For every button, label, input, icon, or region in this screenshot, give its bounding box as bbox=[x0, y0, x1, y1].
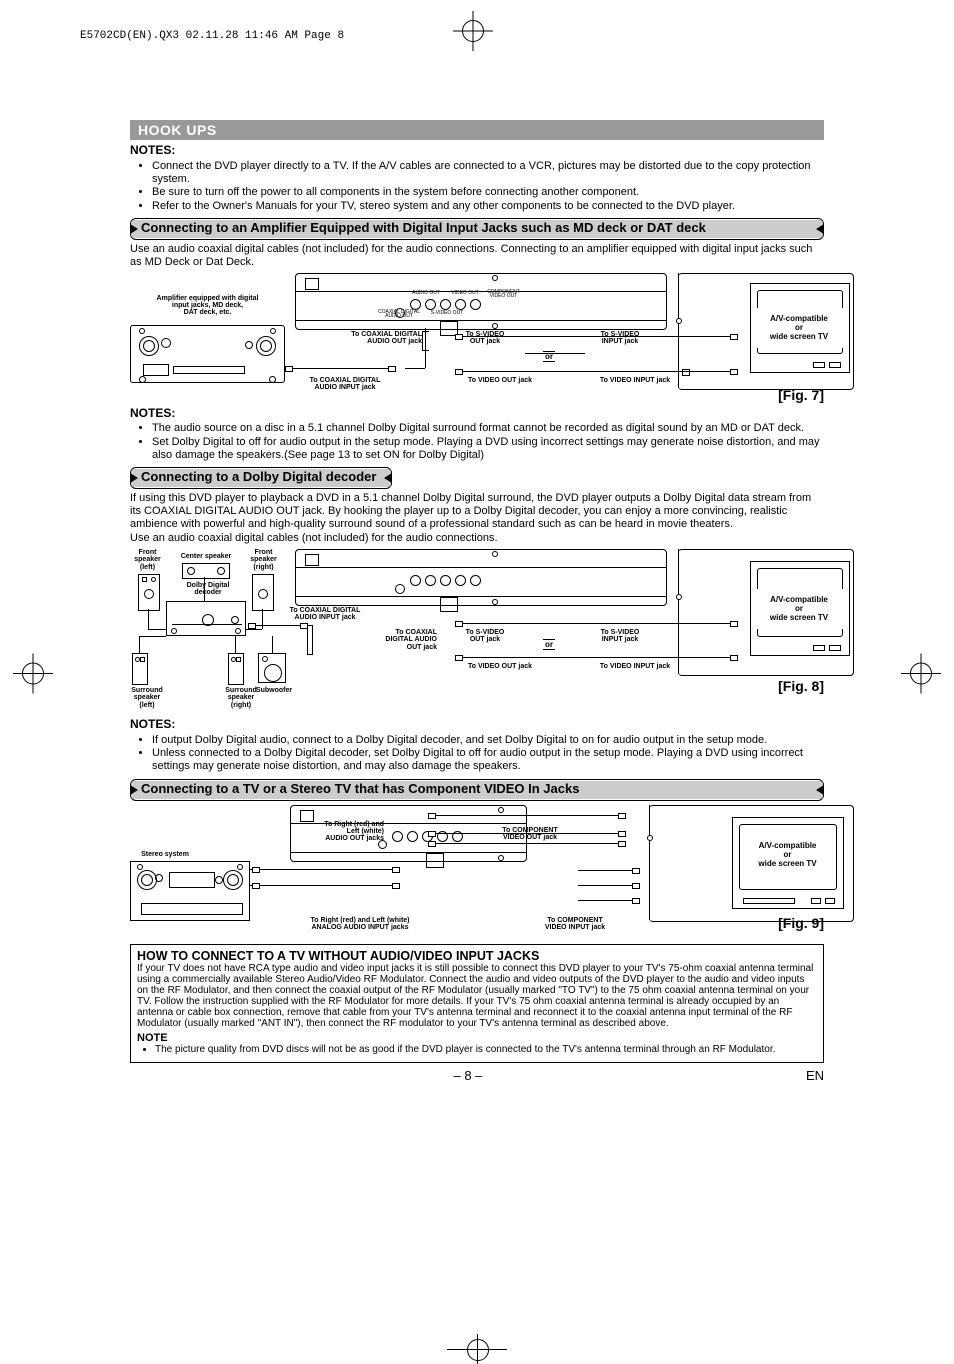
intro-notes-list: Connect the DVD player directly to a TV.… bbox=[130, 160, 824, 213]
front-right-label: Front speaker (right) bbox=[246, 549, 281, 571]
video-out-8: To VIDEO OUT jack bbox=[450, 663, 550, 670]
figure-8: Front speaker (left) Center speaker Fron… bbox=[130, 549, 824, 714]
list-item: Unless connected to a Dolby Digital deco… bbox=[152, 747, 824, 772]
figure-7: Amplifier equipped with digital input ja… bbox=[130, 273, 824, 403]
subheader-1: Connecting to an Amplifier Equipped with… bbox=[130, 218, 824, 240]
front-left-label: Front speaker (left) bbox=[130, 549, 165, 571]
center-label: Center speaker bbox=[176, 553, 236, 560]
howto-text: If your TV does not have RCA type audio … bbox=[137, 963, 817, 1030]
crop-mark-left bbox=[22, 662, 44, 689]
subheader-2: Connecting to a Dolby Digital decoder bbox=[130, 467, 392, 489]
list-item: Set Dolby Digital to off for audio outpu… bbox=[152, 436, 824, 461]
comp-in-label: To COMPONENT VIDEO INPUT jack bbox=[525, 917, 625, 932]
figure-9: Stereo system To Right (red) and Left (w… bbox=[130, 805, 824, 940]
list-item: Be sure to turn off the power to all com… bbox=[152, 186, 824, 199]
subwoofer-label: Subwoofer bbox=[252, 687, 296, 694]
fig8-caption: [Fig. 8] bbox=[778, 678, 824, 694]
sub1-text: Use an audio coaxial digital cables (not… bbox=[130, 243, 824, 268]
fig7-caption: [Fig. 7] bbox=[778, 387, 824, 403]
jack-svideo: S-VIDEO OUT bbox=[425, 311, 469, 317]
howto-title: HOW TO CONNECT TO A TV WITHOUT AUDIO/VID… bbox=[137, 949, 817, 963]
notes1-list: The audio source on a disc in a 5.1 chan… bbox=[130, 422, 824, 461]
tv-label: A/V-compatible or wide screen TV bbox=[755, 308, 843, 348]
jack-video-out: VIDEO OUT bbox=[450, 291, 480, 297]
subheader-3: Connecting to a TV or a Stereo TV that h… bbox=[130, 779, 824, 801]
svideo-out-8: To S-VIDEO OUT jack bbox=[450, 629, 520, 644]
surround-left-label: Surround speaker (left) bbox=[128, 687, 166, 709]
section-bar: HOOK UPS bbox=[130, 120, 824, 140]
list-item: Refer to the Owner's Manuals for your TV… bbox=[152, 200, 824, 213]
video-out-label: To VIDEO OUT jack bbox=[450, 377, 550, 384]
coax-in-label-8: To COAXIAL DIGITAL AUDIO INPUT jack bbox=[270, 607, 380, 622]
decoder-label: Dolby Digital decoder bbox=[178, 582, 238, 597]
coax-input-label: To COAXIAL DIGITAL AUDIO INPUT jack bbox=[290, 377, 400, 392]
subheader-2-text: Connecting to a Dolby Digital decoder bbox=[131, 469, 391, 487]
list-item: Connect the DVD player directly to a TV.… bbox=[152, 160, 824, 185]
notes2-list: If output Dolby Digital audio, connect t… bbox=[130, 734, 824, 773]
notes-label-1: NOTES: bbox=[130, 407, 824, 421]
coax-out-label: To COAXIAL DIGITAL AUDIO OUT jack bbox=[312, 331, 422, 346]
coax-out-label-8: To COAXIAL DIGITAL AUDIO OUT jack bbox=[363, 629, 437, 651]
list-item: The audio source on a disc in a 5.1 chan… bbox=[152, 422, 824, 435]
notes-label-2: NOTES: bbox=[130, 718, 824, 732]
howto-note: The picture quality from DVD discs will … bbox=[155, 1044, 817, 1055]
tv-label-8: A/V-compatible or wide screen TV bbox=[755, 589, 843, 629]
crop-mark-right bbox=[910, 662, 932, 689]
video-in-8: To VIDEO INPUT jack bbox=[585, 663, 685, 670]
crop-mark-top bbox=[462, 20, 492, 50]
page-number: – 8 – bbox=[130, 1069, 824, 1084]
video-in-label: To VIDEO INPUT jack bbox=[585, 377, 685, 384]
subheader-3-text: Connecting to a TV or a Stereo TV that h… bbox=[131, 781, 823, 799]
svideo-in-label: To S-VIDEO INPUT jack bbox=[585, 331, 655, 346]
rl-in-label: To Right (red) and Left (white) ANALOG A… bbox=[280, 917, 440, 932]
list-item: If output Dolby Digital audio, connect t… bbox=[152, 734, 824, 747]
jack-component: COMPONENT VIDEO OUT bbox=[485, 290, 522, 300]
jack-audio-out: AUDIO OUT bbox=[407, 291, 445, 297]
print-header: E5702CD(EN).QX3 02.11.28 11:46 AM Page 8 bbox=[80, 30, 344, 42]
amp-label: Amplifier equipped with digital input ja… bbox=[130, 295, 285, 317]
stereo-system-label: Stereo system bbox=[130, 851, 200, 858]
note-label: NOTE bbox=[137, 1032, 817, 1044]
fig9-caption: [Fig. 9] bbox=[778, 915, 824, 931]
tv-label-9: A/V-compatible or wide screen TV bbox=[740, 835, 835, 875]
svideo-in-8: To S-VIDEO INPUT jack bbox=[585, 629, 655, 644]
notes-label: NOTES: bbox=[130, 144, 824, 158]
subheader-1-text: Connecting to an Amplifier Equipped with… bbox=[131, 220, 823, 238]
sub2-text2: Use an audio coaxial digital cables (not… bbox=[130, 532, 824, 545]
or-label-8: or bbox=[543, 639, 555, 650]
howto-box: HOW TO CONNECT TO A TV WITHOUT AUDIO/VID… bbox=[130, 944, 824, 1064]
sub2-text1: If using this DVD player to playback a D… bbox=[130, 492, 824, 530]
en-label: EN bbox=[806, 1069, 824, 1084]
jack-coaxial: COAXIAL DIGITAL AUDIO OUT bbox=[376, 310, 422, 320]
